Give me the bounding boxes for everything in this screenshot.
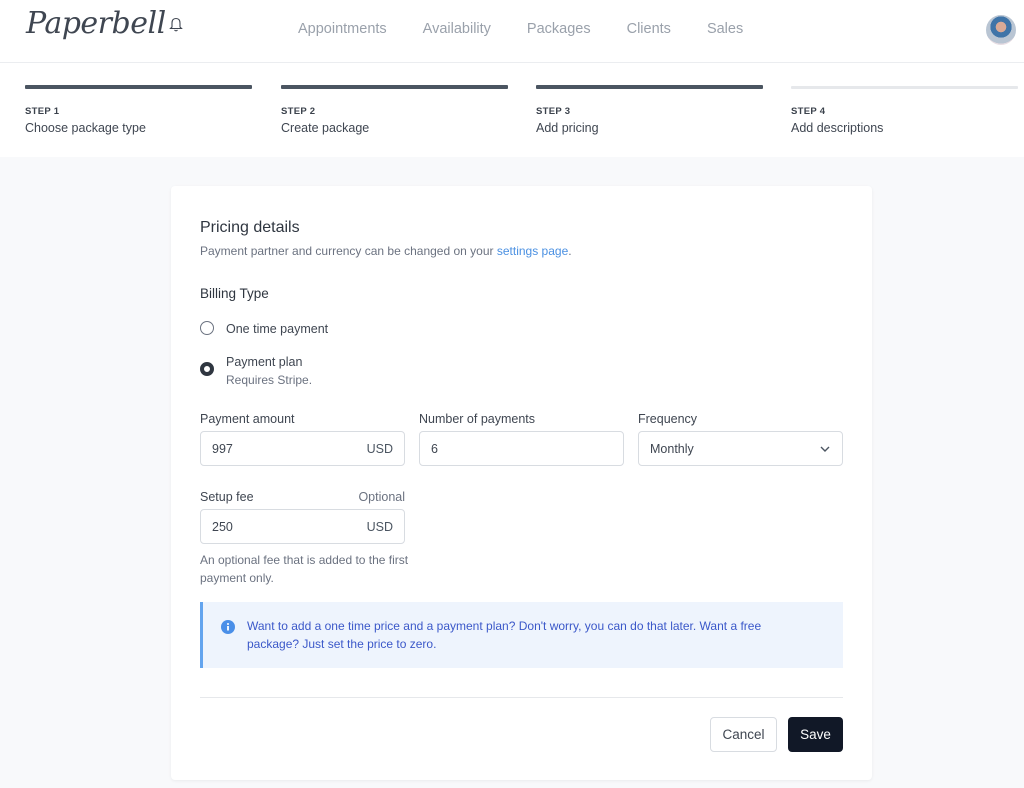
bell-icon [168,17,183,31]
step-number: STEP 3 [536,106,571,117]
number-of-payments-value: 6 [431,441,438,456]
nav-item-appointments[interactable]: Appointments [298,21,387,37]
step-label: Choose package type [25,121,146,135]
logo[interactable]: Paperbell [26,6,183,41]
top-header: Paperbell Appointments Availability Pack… [0,0,1024,63]
currency-suffix: USD [366,519,393,534]
radio-button[interactable] [200,321,214,335]
optional-label: Optional [358,490,405,504]
divider [200,697,843,698]
nav-item-packages[interactable]: Packages [527,21,591,37]
setup-fee-label: Setup fee [200,490,254,504]
nav-item-availability[interactable]: Availability [423,21,491,37]
radio-sublabel: Requires Stripe. [226,373,313,387]
pricing-card: Pricing details Payment partner and curr… [171,186,872,780]
frequency-label: Frequency [638,412,698,426]
step-3: STEP 3 Add pricing [536,85,763,135]
user-avatar[interactable] [986,15,1016,45]
step-number: STEP 4 [791,106,826,117]
logo-text: Paperbell [26,6,166,41]
step-label: Add descriptions [791,121,884,135]
step-progress-bar [791,86,1018,89]
radio-button-selected[interactable] [200,362,214,376]
info-banner: Want to add a one time price and a payme… [200,602,843,668]
radio-one-time-payment[interactable]: One time payment [200,320,328,338]
step-progress-bar [281,85,508,89]
billing-type-label: Billing Type [200,286,269,301]
step-1: STEP 1 Choose package type [25,85,252,135]
nav-item-sales[interactable]: Sales [707,21,743,37]
setup-fee-value: 250 [212,519,233,534]
step-number: STEP 1 [25,106,60,117]
step-4: STEP 4 Add descriptions [791,85,1018,135]
settings-page-link[interactable]: settings page [497,244,568,258]
payment-amount-label: Payment amount [200,412,295,426]
info-icon [221,620,235,634]
subtitle-text: Payment partner and currency can be chan… [200,244,497,258]
setup-fee-hint: An optional fee that is added to the fir… [200,553,409,585]
step-progress-bar [536,85,763,89]
cancel-button[interactable]: Cancel [710,717,777,752]
step-progress-bar [25,85,252,89]
nav-item-clients[interactable]: Clients [627,21,671,37]
frequency-select[interactable]: Monthly [638,431,843,466]
payment-amount-value: 997 [212,441,233,456]
subtitle-period: . [568,244,572,258]
step-label: Add pricing [536,121,599,135]
step-number: STEP 2 [281,106,316,117]
step-label: Create package [281,121,370,135]
radio-label: One time payment [226,322,329,336]
info-text: Want to add a one time price and a payme… [247,619,762,651]
payment-amount-input[interactable]: 997 USD [200,431,405,466]
radio-label: Payment plan [226,355,303,369]
setup-fee-input[interactable]: 250 USD [200,509,405,544]
number-of-payments-input[interactable]: 6 [419,431,624,466]
chevron-down-icon [820,446,830,452]
step-2: STEP 2 Create package [281,85,508,135]
save-button[interactable]: Save [788,717,843,752]
frequency-value: Monthly [650,441,694,456]
main-nav: Appointments Availability Packages Clien… [298,21,779,37]
pricing-subtitle: Payment partner and currency can be chan… [200,244,572,258]
progress-stepper: STEP 1 Choose package type STEP 2 Create… [0,63,1024,157]
page-title: Pricing details [200,219,300,236]
number-of-payments-label: Number of payments [419,412,536,426]
currency-suffix: USD [366,441,393,456]
radio-payment-plan[interactable]: Payment plan Requires Stripe. [200,353,312,389]
